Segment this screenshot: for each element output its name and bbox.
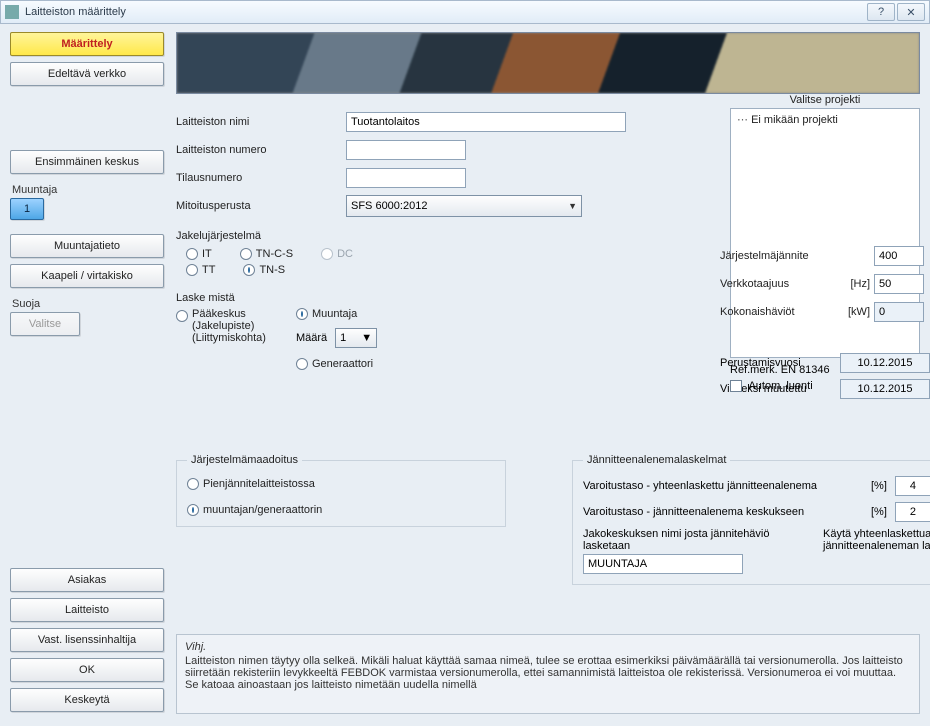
equipment-name-input[interactable] <box>346 112 626 132</box>
radio-generator[interactable]: Generaattori <box>296 358 377 370</box>
license-holder-button[interactable]: Vast. lisenssinhaltija <box>10 628 164 652</box>
window-title: Laitteiston määrittely <box>25 6 865 18</box>
qty-label: Määrä <box>296 332 327 344</box>
calculate-from-label: Laske mistä <box>176 292 716 304</box>
system-voltage-label: Järjestelmäjännite <box>720 250 840 262</box>
radio-it[interactable]: IT <box>186 248 212 260</box>
equipment-name-label: Laitteiston nimi <box>176 116 346 128</box>
dimensioning-basis-label: Mitoitusperusta <box>176 200 346 212</box>
grid-freq-label: Verkkotaajuus <box>720 278 840 290</box>
project-title: Valitse projekti <box>730 94 920 106</box>
warn-center-label: Varoitustaso - jännitteenalenema keskuks… <box>583 506 863 518</box>
close-button[interactable]: ✕ <box>897 3 925 21</box>
grounding-label: Järjestelmämaadoitus <box>187 454 302 466</box>
choose-button: Valitse <box>10 312 80 336</box>
total-loss-label: Kokonaishäviöt <box>720 306 840 318</box>
transformer-info-button[interactable]: Muuntajatieto <box>10 234 164 258</box>
banner-image <box>176 32 920 94</box>
total-loss-value <box>874 302 924 322</box>
cancel-button[interactable]: Keskeytä <box>10 688 164 712</box>
radio-lv-equipment[interactable]: Pienjännitelaitteistossa <box>187 478 495 490</box>
main-panel: Valitse projekti Ei mikään projekti Lait… <box>172 24 930 726</box>
use-total-current-label: Käytä yhteenlaskettua virtaa jännitteena… <box>823 528 930 552</box>
ref-mark-group: Ref.merk. EN 81346 Autom. luonti <box>730 364 920 392</box>
distribution-system-label: Jakelujärjestelmä <box>176 230 716 242</box>
define-button[interactable]: Määrittely <box>10 32 164 56</box>
help-button[interactable]: ? <box>867 3 895 21</box>
dimensioning-basis-select[interactable]: SFS 6000:2012 ▼ <box>346 195 582 217</box>
sub-name-input[interactable] <box>583 554 743 574</box>
equipment-button[interactable]: Laitteisto <box>10 598 164 622</box>
radio-transformer-generator[interactable]: muuntajan/generaattorin <box>187 504 495 516</box>
grid-freq-input[interactable] <box>874 274 924 294</box>
project-none[interactable]: Ei mikään projekti <box>737 113 913 126</box>
auto-create-label: Autom. luonti <box>748 380 812 392</box>
customer-button[interactable]: Asiakas <box>10 568 164 592</box>
protection-label: Suoja <box>12 298 164 310</box>
hint-body: Laitteiston nimen täytyy olla selkeä. Mi… <box>185 655 911 691</box>
chevron-down-icon: ▼ <box>361 332 372 344</box>
dimensioning-basis-value: SFS 6000:2012 <box>351 200 427 212</box>
equipment-number-label: Laitteiston numero <box>176 144 346 156</box>
radio-transformer[interactable]: Muuntaja <box>296 308 377 320</box>
radio-tncs[interactable]: TN-C-S <box>240 248 293 260</box>
freq-unit: [Hz] <box>840 278 874 290</box>
titlebar: Laitteiston määrittely ? ✕ <box>0 0 930 24</box>
transformer-1-button[interactable]: 1 <box>10 198 44 220</box>
order-number-input[interactable] <box>346 168 466 188</box>
chevron-down-icon: ▼ <box>568 201 577 211</box>
pct-label: [%] <box>871 480 887 492</box>
warn-center-stepper[interactable]: ▲▼ <box>895 502 930 522</box>
transformer-label: Muuntaja <box>12 184 164 196</box>
warn-total-label: Varoitustaso - yhteenlaskettu jännitteen… <box>583 480 863 492</box>
voltage-drop-group: Jännitteenalenemalaskelmat Varoitustaso … <box>572 454 930 585</box>
cable-busbar-button[interactable]: Kaapeli / virtakisko <box>10 264 164 288</box>
sidebar: Määrittely Edeltävä verkko Ensimmäinen k… <box>0 24 172 726</box>
system-voltage-input[interactable] <box>874 246 924 266</box>
qty-select[interactable]: 1▼ <box>335 328 377 348</box>
equipment-number-input[interactable] <box>346 140 466 160</box>
radio-dc: DC <box>321 248 353 260</box>
grounding-group: Järjestelmämaadoitus Pienjännitelaitteis… <box>176 454 506 527</box>
warn-total-stepper[interactable]: ▲▼ <box>895 476 930 496</box>
radio-tt[interactable]: TT <box>186 264 215 276</box>
app-icon <box>5 5 19 19</box>
ok-button[interactable]: OK <box>10 658 164 682</box>
auto-create-checkbox[interactable] <box>730 380 742 392</box>
radio-main-center[interactable]: Pääkeskus (Jakelupiste) (Liittymiskohta) <box>176 308 266 370</box>
radio-tns[interactable]: TN-S <box>243 264 285 276</box>
loss-unit: [kW] <box>840 306 874 318</box>
hint-title: Vihj. <box>185 641 911 653</box>
voltage-drop-label: Jännitteenalenemalaskelmat <box>583 454 730 466</box>
order-number-label: Tilausnumero <box>176 172 346 184</box>
ref-title: Ref.merk. EN 81346 <box>730 364 920 376</box>
first-center-button[interactable]: Ensimmäinen keskus <box>10 150 164 174</box>
hint-panel: Vihj. Laitteiston nimen täytyy olla selk… <box>176 634 920 714</box>
sub-name-label: Jakokeskuksen nimi josta jännitehäviö la… <box>583 528 803 552</box>
prev-network-button[interactable]: Edeltävä verkko <box>10 62 164 86</box>
